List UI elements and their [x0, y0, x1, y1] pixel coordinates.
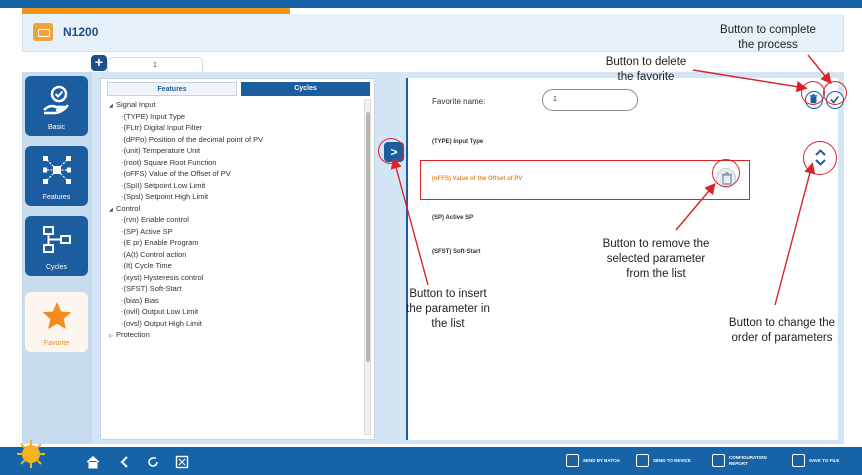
tree-item[interactable]: -(bias) Bias [109, 295, 359, 307]
left-nav: Basic Features Cycles Favorite [22, 72, 92, 444]
send-to-device-button[interactable]: SEND TO DEVICE [636, 452, 700, 470]
change-order-button[interactable] [803, 141, 837, 175]
network-icon [43, 156, 71, 184]
star-icon [42, 302, 72, 329]
nav-label-favorite: Favorite [43, 340, 70, 347]
tree-item[interactable]: -(Spsl) Setpoint High Limit [109, 191, 359, 203]
annotation-ring-complete [823, 81, 847, 105]
tree-item[interactable]: -(TYPE) Input Type [109, 111, 359, 123]
chevron-up-down-icon [815, 149, 826, 166]
favorite-name-input[interactable]: 1 [542, 89, 638, 111]
nav-label-basic: Basic [47, 124, 66, 131]
tree-item[interactable]: -(SFST) Soft-Start [109, 283, 359, 295]
hand-check-icon [43, 85, 69, 115]
tree-item[interactable]: -(dPPo) Position of the decimal point of… [109, 134, 359, 146]
tree-item[interactable]: -(SP) Active SP [109, 226, 359, 238]
expand-caret-icon: ◢ [109, 103, 113, 109]
annotation-ring-delete [801, 81, 825, 105]
send-device-icon [636, 454, 649, 467]
annotation-ring-remove [712, 159, 740, 187]
tree-item[interactable]: -(It) Cycle Time [109, 260, 359, 272]
collapse-caret-icon: ▷ [109, 333, 113, 339]
tab-cycles[interactable]: Cycles [241, 82, 370, 96]
tree-group-control[interactable]: ◢ Control [109, 203, 359, 215]
tree-item[interactable]: -(xyst) Hysteresis control [109, 272, 359, 284]
nav-label-cycles: Cycles [45, 264, 67, 271]
favorite-list-item[interactable]: (SFST) Soft-Start [432, 249, 480, 255]
tab-features[interactable]: Features [107, 82, 237, 96]
report-icon [712, 454, 725, 467]
annotation-insert: Button to insert the parameter in the li… [406, 288, 490, 330]
tree-scrollbar[interactable] [364, 99, 371, 435]
tree-item[interactable]: -(ovsl) Output High Limit [109, 318, 359, 330]
annotation-order: Button to change the order of parameters [728, 317, 836, 344]
tree-item[interactable]: -(SpII) Setpoint Low Limit [109, 180, 359, 192]
annotation-delete-favorite: Button to delete the favorite [605, 56, 687, 83]
nav-item-favorite[interactable]: Favorite [25, 292, 88, 352]
favorite-tab-row: + 1 [22, 52, 844, 74]
back-icon[interactable] [118, 455, 132, 469]
tree-item[interactable]: -(E pr) Enable Program [109, 237, 359, 249]
parameter-tree: ◢ Signal Input -(TYPE) Input Type -(FLtr)… [109, 99, 359, 429]
send-by-batch-button[interactable]: SEND BY BATCH [566, 452, 624, 470]
parameters-tabs: Features Cycles [107, 82, 370, 96]
bottom-bar: SEND BY BATCH SEND TO DEVICE CONFIGURATI… [0, 440, 862, 475]
parameters-panel: Features Cycles ◢ Signal Input -(TYPE) In… [100, 78, 375, 440]
send-batch-icon [566, 454, 579, 467]
nav-item-features[interactable]: Features [25, 146, 88, 206]
tree-group-signal-input[interactable]: ◢ Signal Input [109, 99, 359, 111]
favorite-list-item-selected[interactable]: (oFFS) Value of the Offset of PV [432, 176, 522, 182]
tree-item[interactable]: -(rvn) Enable control [109, 214, 359, 226]
refresh-icon[interactable] [146, 455, 160, 469]
tree-item[interactable]: -(unit) Temperature Unit [109, 145, 359, 157]
flowchart-icon [43, 226, 71, 253]
nav-item-cycles[interactable]: Cycles [25, 216, 88, 276]
device-icon [33, 23, 53, 41]
nav-item-basic[interactable]: Basic [25, 76, 88, 136]
home-icon[interactable] [86, 455, 100, 469]
top-band [0, 0, 862, 8]
favorite-list-item[interactable]: (TYPE) Input Type [432, 139, 483, 145]
favorite-name-label: Favorite name: [432, 97, 486, 106]
favorite-list-item[interactable]: (SP) Active SP [432, 215, 473, 221]
tree-group-protection[interactable]: ▷ Protection [109, 329, 359, 341]
save-to-file-button[interactable]: SAVE TO FILE [792, 452, 850, 470]
tree-item[interactable]: -(FLtr) Digital Input Filter [109, 122, 359, 134]
app-title: N1200 [63, 25, 99, 39]
configuration-report-button[interactable]: CONFIGURATION REPORT [712, 452, 782, 470]
tree-item[interactable]: -(A(t) Control action [109, 249, 359, 261]
nav-label-features: Features [42, 194, 71, 201]
save-icon [792, 454, 805, 467]
tree-item[interactable]: -(oFFS) Value of the Offset of PV [109, 168, 359, 180]
expand-caret-icon: ◢ [109, 206, 113, 213]
annotation-complete: Button to complete the process [720, 24, 816, 51]
scroll-thumb[interactable] [366, 112, 370, 362]
novus-logo-icon [17, 440, 45, 468]
tree-item[interactable]: -(ovll) Output Low Limit [109, 306, 359, 318]
tree-item[interactable]: -(root) Square Root Function [109, 157, 359, 169]
add-favorite-button[interactable]: + [91, 55, 107, 71]
annotation-remove: Button to remove the selected parameter … [602, 238, 710, 280]
grid-icon[interactable] [175, 455, 189, 469]
annotation-ring-insert [378, 138, 404, 164]
